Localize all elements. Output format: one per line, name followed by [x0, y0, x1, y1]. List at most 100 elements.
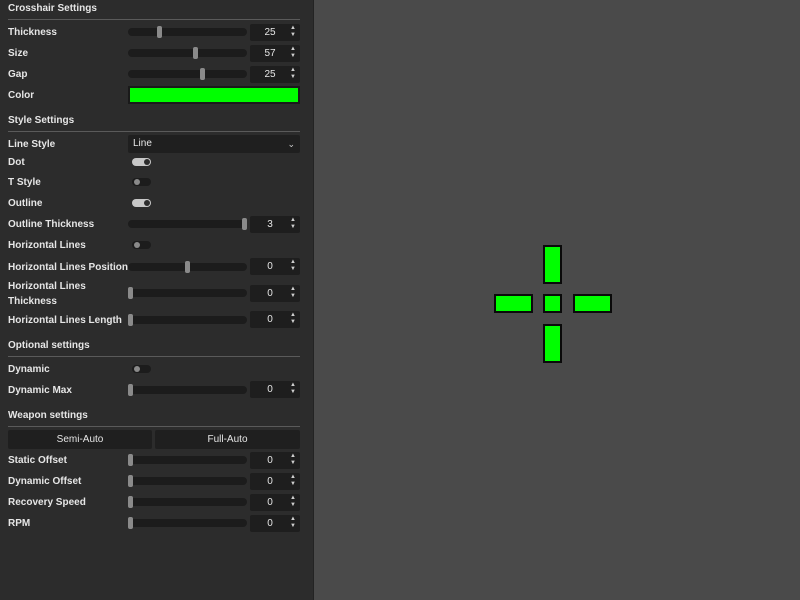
- rpm-label: RPM: [8, 518, 31, 529]
- hl-length-spinbox[interactable]: 0 ▲ ▼: [250, 311, 300, 328]
- rpm-slider[interactable]: [128, 517, 247, 529]
- outline-toggle[interactable]: [132, 199, 151, 207]
- outline-thickness-slider-thumb[interactable]: [242, 218, 247, 230]
- tab-semi-auto[interactable]: Semi-Auto: [8, 430, 152, 449]
- outline-thickness-slider[interactable]: [128, 218, 247, 230]
- up-down-arrows-icon[interactable]: ▲ ▼: [289, 516, 297, 530]
- gap-spinbox[interactable]: 25 ▲ ▼: [250, 66, 300, 83]
- chevron-down-icon[interactable]: ⌄: [287, 135, 295, 153]
- dynamic-toggle[interactable]: [132, 365, 151, 373]
- thickness-slider-thumb[interactable]: [157, 26, 162, 38]
- dynamic-max-value[interactable]: 0: [250, 381, 290, 398]
- static-offset-slider-thumb[interactable]: [128, 454, 133, 466]
- crosshair-bottom-line: [543, 324, 562, 363]
- toggle-knob[interactable]: [134, 366, 140, 372]
- size-spinbox[interactable]: 57 ▲ ▼: [250, 45, 300, 62]
- outline-label: Outline: [8, 198, 43, 209]
- dynamic-max-label: Dynamic Max: [8, 385, 72, 396]
- outline-thickness-spinbox[interactable]: 3 ▲ ▼: [250, 216, 300, 233]
- toggle-knob[interactable]: [144, 159, 150, 165]
- up-down-arrows-icon[interactable]: ▲ ▼: [289, 382, 297, 396]
- section-weapon-settings: Weapon settings: [8, 407, 300, 427]
- hl-thickness-slider[interactable]: [128, 287, 247, 299]
- hl-length-label: Horizontal Lines Length: [8, 315, 122, 326]
- rpm-slider-thumb[interactable]: [128, 517, 133, 529]
- up-down-arrows-icon[interactable]: ▲ ▼: [289, 46, 297, 60]
- rpm-spinbox[interactable]: 0 ▲ ▼: [250, 515, 300, 532]
- dynamic-offset-slider[interactable]: [128, 475, 247, 487]
- hl-thickness-slider-thumb[interactable]: [128, 287, 133, 299]
- settings-panel: Crosshair Settings Thickness 25 ▲ ▼ Size 5…: [0, 0, 314, 600]
- up-down-arrows-icon[interactable]: ▲ ▼: [289, 67, 297, 81]
- dynamic-offset-slider-thumb[interactable]: [128, 475, 133, 487]
- crosshair-right-line: [573, 294, 612, 313]
- t-style-toggle[interactable]: [132, 178, 151, 186]
- color-swatch-fill[interactable]: [130, 88, 298, 102]
- rpm-value[interactable]: 0: [250, 515, 290, 532]
- dynamic-label: Dynamic: [8, 364, 50, 375]
- horizontal-lines-toggle[interactable]: [132, 241, 151, 249]
- hl-thickness-label-line1: Horizontal Lines: [8, 281, 86, 292]
- toggle-knob[interactable]: [134, 242, 140, 248]
- section-optional-settings: Optional settings: [8, 337, 300, 357]
- horizontal-lines-label: Horizontal Lines: [8, 240, 86, 251]
- line-style-select[interactable]: Line ⌄: [128, 135, 300, 153]
- crosshair-center-dot: [543, 294, 562, 313]
- section-style-settings: Style Settings: [8, 112, 300, 132]
- recovery-speed-value[interactable]: 0: [250, 494, 290, 511]
- dot-toggle[interactable]: [132, 158, 151, 166]
- size-slider-thumb[interactable]: [193, 47, 198, 59]
- hl-position-slider-thumb[interactable]: [185, 261, 190, 273]
- hl-position-spinbox[interactable]: 0 ▲ ▼: [250, 258, 300, 275]
- hl-length-value[interactable]: 0: [250, 311, 290, 328]
- toggle-knob[interactable]: [134, 179, 140, 185]
- up-down-arrows-icon[interactable]: ▲ ▼: [289, 217, 297, 231]
- thickness-spinbox[interactable]: 25 ▲ ▼: [250, 24, 300, 41]
- dynamic-max-spinbox[interactable]: 0 ▲ ▼: [250, 381, 300, 398]
- up-down-arrows-icon[interactable]: ▲ ▼: [289, 259, 297, 273]
- dynamic-offset-label: Dynamic Offset: [8, 476, 82, 487]
- hl-length-slider[interactable]: [128, 314, 247, 326]
- up-down-arrows-icon[interactable]: ▲ ▼: [289, 474, 297, 488]
- recovery-speed-spinbox[interactable]: 0 ▲ ▼: [250, 494, 300, 511]
- outline-thickness-label: Outline Thickness: [8, 219, 95, 230]
- size-slider[interactable]: [128, 47, 247, 59]
- hl-thickness-value[interactable]: 0: [250, 285, 290, 302]
- dynamic-max-slider-thumb[interactable]: [128, 384, 133, 396]
- hl-position-label: Horizontal Lines Position: [8, 262, 129, 273]
- dynamic-max-slider[interactable]: [128, 384, 247, 396]
- section-crosshair-settings: Crosshair Settings: [8, 0, 300, 20]
- t-style-label: T Style: [8, 177, 41, 188]
- tab-full-auto[interactable]: Full-Auto: [155, 430, 300, 449]
- hl-position-slider[interactable]: [128, 261, 247, 273]
- recovery-speed-slider[interactable]: [128, 496, 247, 508]
- up-down-arrows-icon[interactable]: ▲ ▼: [289, 286, 297, 300]
- static-offset-spinbox[interactable]: 0 ▲ ▼: [250, 452, 300, 469]
- toggle-knob[interactable]: [144, 200, 150, 206]
- recovery-speed-slider-thumb[interactable]: [128, 496, 133, 508]
- gap-slider[interactable]: [128, 68, 247, 80]
- up-down-arrows-icon[interactable]: ▲ ▼: [289, 453, 297, 467]
- size-value[interactable]: 57: [250, 45, 290, 62]
- thickness-value[interactable]: 25: [250, 24, 290, 41]
- up-down-arrows-icon[interactable]: ▲ ▼: [289, 25, 297, 39]
- dynamic-offset-value[interactable]: 0: [250, 473, 290, 490]
- hl-thickness-label-line2: Thickness: [8, 296, 57, 307]
- dynamic-offset-spinbox[interactable]: 0 ▲ ▼: [250, 473, 300, 490]
- thickness-slider[interactable]: [128, 26, 247, 38]
- up-down-arrows-icon[interactable]: ▲ ▼: [289, 312, 297, 326]
- hl-thickness-spinbox[interactable]: 0 ▲ ▼: [250, 285, 300, 302]
- static-offset-value[interactable]: 0: [250, 452, 290, 469]
- gap-label: Gap: [8, 69, 28, 80]
- recovery-speed-label: Recovery Speed: [8, 497, 86, 508]
- line-style-value[interactable]: Line: [133, 138, 152, 149]
- crosshair-top-line: [543, 245, 562, 284]
- hl-length-slider-thumb[interactable]: [128, 314, 133, 326]
- up-down-arrows-icon[interactable]: ▲ ▼: [289, 495, 297, 509]
- outline-thickness-value[interactable]: 3: [250, 216, 290, 233]
- static-offset-slider[interactable]: [128, 454, 247, 466]
- gap-slider-thumb[interactable]: [200, 68, 205, 80]
- gap-value[interactable]: 25: [250, 66, 290, 83]
- color-picker[interactable]: [128, 86, 300, 104]
- hl-position-value[interactable]: 0: [250, 258, 290, 275]
